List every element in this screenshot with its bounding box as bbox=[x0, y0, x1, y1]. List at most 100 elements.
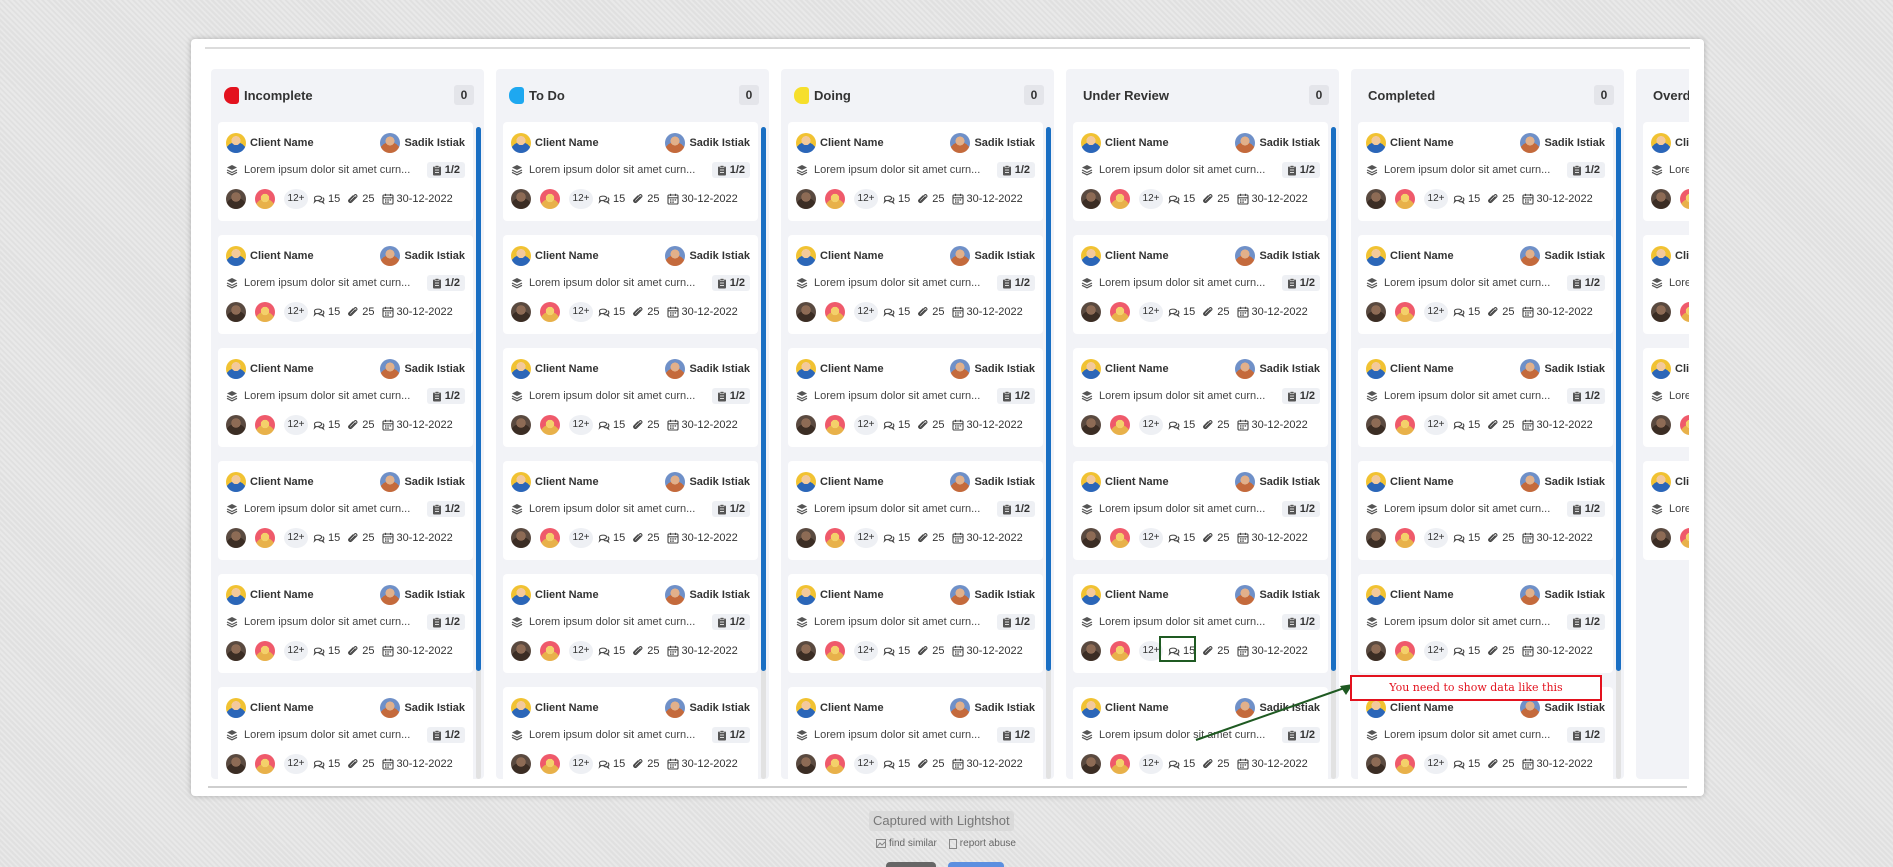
task-card[interactable]: Client NameSadik IstiakLorem ipsum dolor… bbox=[1358, 461, 1613, 560]
scrollbar-thumb[interactable] bbox=[1616, 127, 1621, 671]
comments-count[interactable]: 15 bbox=[1453, 419, 1480, 431]
member-avatar[interactable] bbox=[511, 415, 531, 435]
member-avatar[interactable] bbox=[1366, 302, 1386, 322]
member-avatar[interactable] bbox=[1081, 528, 1101, 548]
comments-count[interactable]: 15 bbox=[313, 193, 340, 205]
member-avatar[interactable] bbox=[1081, 754, 1101, 774]
more-members-badge[interactable]: 12+ bbox=[1424, 415, 1448, 435]
attachments-count[interactable]: 25 bbox=[347, 532, 375, 544]
member-avatar[interactable] bbox=[226, 189, 246, 209]
comments-count[interactable]: 15 bbox=[598, 645, 625, 657]
more-members-badge[interactable]: 12+ bbox=[569, 415, 593, 435]
member-avatar[interactable] bbox=[1395, 641, 1415, 661]
attachments-count[interactable]: 25 bbox=[632, 645, 660, 657]
member-avatar[interactable] bbox=[255, 754, 275, 774]
assignee-name[interactable]: Sadik Istiak bbox=[404, 476, 465, 488]
attachments-count[interactable]: 25 bbox=[347, 193, 375, 205]
more-members-badge[interactable]: 12+ bbox=[854, 189, 878, 209]
more-members-badge[interactable]: 12+ bbox=[284, 641, 308, 661]
assignee-name[interactable]: Sadik Istiak bbox=[1544, 137, 1605, 149]
client-name[interactable]: Client Name bbox=[1675, 250, 1689, 262]
assignee-name[interactable]: Sadik Istiak bbox=[1259, 363, 1320, 375]
client-name[interactable]: Client Name bbox=[820, 250, 950, 262]
comments-count[interactable]: 15 bbox=[1453, 758, 1480, 770]
assignee-name[interactable]: Sadik Istiak bbox=[689, 476, 750, 488]
member-avatar[interactable] bbox=[825, 302, 845, 322]
comments-count[interactable]: 15 bbox=[598, 306, 625, 318]
member-avatar[interactable] bbox=[1651, 528, 1671, 548]
assignee-name[interactable]: Sadik Istiak bbox=[1544, 702, 1605, 714]
task-card[interactable]: Client NameSadik IstiakLorem ipsum dolor… bbox=[1073, 348, 1328, 447]
member-avatar[interactable] bbox=[1081, 189, 1101, 209]
task-card[interactable]: Client NameSadik IstiakLorem ipsum dolor… bbox=[503, 574, 758, 673]
member-avatar[interactable] bbox=[825, 528, 845, 548]
comments-count[interactable]: 15 bbox=[313, 419, 340, 431]
attachments-count[interactable]: 25 bbox=[347, 306, 375, 318]
member-avatar[interactable] bbox=[1366, 528, 1386, 548]
comments-count[interactable]: 15 bbox=[883, 645, 910, 657]
task-card[interactable]: Client NameSadik IstiakLorem ipsum dolor… bbox=[1073, 235, 1328, 334]
task-card[interactable]: Client NameSadik IstiakLorem ipsum dolor… bbox=[503, 687, 758, 779]
client-name[interactable]: Client Name bbox=[820, 702, 950, 714]
assignee-name[interactable]: Sadik Istiak bbox=[404, 702, 465, 714]
more-members-badge[interactable]: 12+ bbox=[1424, 528, 1448, 548]
member-avatar[interactable] bbox=[1680, 415, 1689, 435]
comments-count[interactable]: 15 bbox=[313, 306, 340, 318]
attachments-count[interactable]: 25 bbox=[1487, 645, 1515, 657]
scrollbar-thumb[interactable] bbox=[761, 127, 766, 671]
task-card[interactable]: Client NameSadik IstiakLorem ipsum dolor… bbox=[503, 348, 758, 447]
more-members-badge[interactable]: 12+ bbox=[1139, 528, 1163, 548]
client-name[interactable]: Client Name bbox=[250, 363, 380, 375]
client-name[interactable]: Client Name bbox=[1105, 589, 1235, 601]
comments-count[interactable]: 15 bbox=[1453, 193, 1480, 205]
member-avatar[interactable] bbox=[825, 641, 845, 661]
comments-count[interactable]: 15 bbox=[598, 193, 625, 205]
member-avatar[interactable] bbox=[1366, 754, 1386, 774]
task-card[interactable]: Client NameSadik IstiakLorem ipsum dolor… bbox=[1643, 348, 1689, 447]
client-name[interactable]: Client Name bbox=[1390, 476, 1520, 488]
member-avatar[interactable] bbox=[1110, 754, 1130, 774]
comments-count[interactable]: 15 bbox=[1168, 306, 1195, 318]
more-members-badge[interactable]: 12+ bbox=[1139, 189, 1163, 209]
attachments-count[interactable]: 25 bbox=[347, 758, 375, 770]
member-avatar[interactable] bbox=[511, 641, 531, 661]
member-avatar[interactable] bbox=[1680, 528, 1689, 548]
attachments-count[interactable]: 25 bbox=[917, 532, 945, 544]
attachments-count[interactable]: 25 bbox=[1487, 193, 1515, 205]
client-name[interactable]: Client Name bbox=[535, 137, 665, 149]
member-avatar[interactable] bbox=[540, 302, 560, 322]
assignee-name[interactable]: Sadik Istiak bbox=[1544, 363, 1605, 375]
assignee-name[interactable]: Sadik Istiak bbox=[1259, 250, 1320, 262]
column-title[interactable]: Doing bbox=[814, 88, 1024, 103]
comments-count[interactable]: 15 bbox=[1168, 419, 1195, 431]
task-card[interactable]: Client NameSadik IstiakLorem ipsum dolor… bbox=[788, 461, 1043, 560]
member-avatar[interactable] bbox=[255, 189, 275, 209]
member-avatar[interactable] bbox=[796, 415, 816, 435]
task-card[interactable]: Client NameSadik IstiakLorem ipsum dolor… bbox=[788, 122, 1043, 221]
task-card[interactable]: Client NameSadik IstiakLorem ipsum dolor… bbox=[1073, 122, 1328, 221]
attachments-count[interactable]: 25 bbox=[632, 193, 660, 205]
assignee-name[interactable]: Sadik Istiak bbox=[974, 476, 1035, 488]
lightshot-button[interactable] bbox=[886, 862, 936, 867]
more-members-badge[interactable]: 12+ bbox=[854, 415, 878, 435]
attachments-count[interactable]: 25 bbox=[632, 532, 660, 544]
comments-count[interactable]: 15 bbox=[883, 758, 910, 770]
member-avatar[interactable] bbox=[1395, 415, 1415, 435]
member-avatar[interactable] bbox=[540, 528, 560, 548]
column-title[interactable]: Completed bbox=[1368, 88, 1594, 103]
member-avatar[interactable] bbox=[540, 754, 560, 774]
member-avatar[interactable] bbox=[1395, 754, 1415, 774]
comments-count[interactable]: 15 bbox=[598, 532, 625, 544]
member-avatar[interactable] bbox=[796, 189, 816, 209]
more-members-badge[interactable]: 12+ bbox=[1424, 189, 1448, 209]
find-similar-link[interactable]: find similar bbox=[876, 838, 937, 849]
member-avatar[interactable] bbox=[226, 302, 246, 322]
assignee-name[interactable]: Sadik Istiak bbox=[689, 363, 750, 375]
client-name[interactable]: Client Name bbox=[820, 476, 950, 488]
member-avatar[interactable] bbox=[1110, 528, 1130, 548]
assignee-name[interactable]: Sadik Istiak bbox=[1259, 137, 1320, 149]
client-name[interactable]: Client Name bbox=[1675, 363, 1689, 375]
task-card[interactable]: Client NameSadik IstiakLorem ipsum dolor… bbox=[1073, 574, 1328, 673]
more-members-badge[interactable]: 12+ bbox=[569, 754, 593, 774]
member-avatar[interactable] bbox=[1110, 415, 1130, 435]
